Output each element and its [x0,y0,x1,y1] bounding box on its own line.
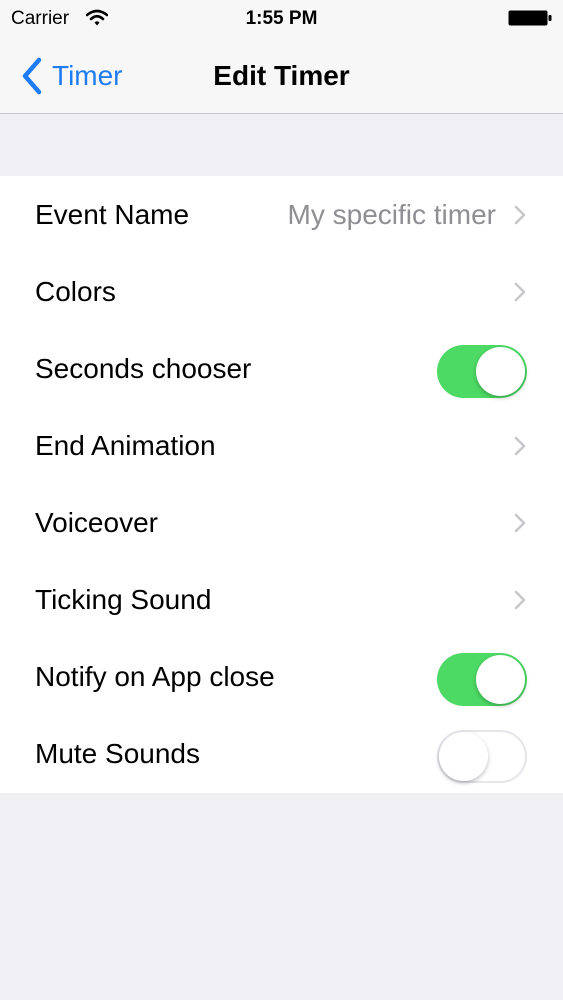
chevron-right-icon [514,282,526,302]
chevron-right-icon [514,205,526,225]
battery-icon [508,10,552,26]
navigation-bar: Timer Edit Timer [0,38,563,114]
chevron-right-icon [514,513,526,533]
row-label: Colors [35,276,116,307]
mute-sounds-toggle[interactable] [437,730,527,783]
row-label: End Animation [35,430,216,461]
row-label: Voiceover [35,507,158,538]
toggle-knob [476,655,525,704]
row-label: Ticking Sound [35,584,212,615]
seconds-chooser-toggle[interactable] [437,345,527,398]
row-end-animation[interactable]: End Animation [0,407,563,484]
row-label: Event Name [35,199,190,230]
row-detail-value: My specific timer [287,199,496,230]
row-mute-sounds: Mute Sounds [0,715,563,792]
status-time: 1:55 PM [245,8,318,29]
row-label: Seconds chooser [35,353,252,384]
row-label: Notify on App close [35,661,275,692]
status-bar: Carrier 1:55 PM [0,0,563,38]
row-voiceover[interactable]: Voiceover [0,484,563,561]
row-label: Mute Sounds [35,738,200,769]
toggle-knob [476,347,525,396]
row-seconds-chooser: Seconds chooser [0,330,563,407]
notify-on-app-close-toggle[interactable] [437,653,527,706]
chevron-right-icon [514,436,526,456]
settings-table: Event Name My specific timer Colors Seco… [0,176,563,793]
page-title: Edit Timer [213,60,350,91]
row-event-name[interactable]: Event Name My specific timer [0,176,563,253]
toggle-knob [439,732,488,781]
chevron-right-icon [514,590,526,610]
row-colors[interactable]: Colors [0,253,563,330]
row-notify-on-app-close: Notify on App close [0,638,563,715]
row-ticking-sound[interactable]: Ticking Sound [0,561,563,638]
